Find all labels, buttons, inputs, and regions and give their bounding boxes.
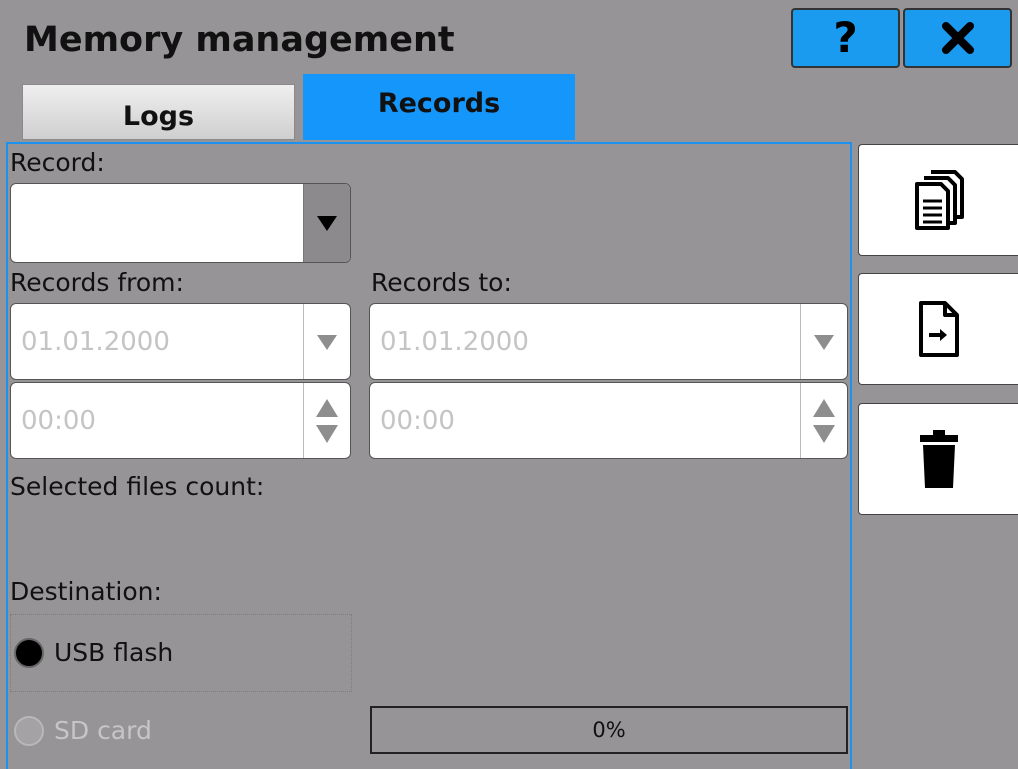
from-time-spinbox[interactable]: 00:00	[10, 382, 351, 459]
radio-indicator-selected[interactable]	[14, 638, 44, 668]
chevron-down-icon	[814, 334, 834, 350]
radio-usb-flash[interactable]: USB flash	[14, 638, 173, 668]
tab-logs[interactable]: Logs	[22, 84, 295, 140]
destination-label: Destination:	[10, 577, 162, 606]
arrow-up-icon[interactable]	[315, 398, 339, 418]
records-to-label: Records to:	[371, 268, 512, 297]
tab-records-label: Records	[377, 87, 501, 119]
help-button[interactable]: ?	[791, 8, 900, 68]
to-date-select[interactable]: 01.01.2000	[369, 303, 848, 380]
copy-icon	[914, 170, 964, 230]
arrow-up-icon[interactable]	[812, 398, 836, 418]
from-time-value: 00:00	[21, 405, 96, 436]
radio-indicator-disabled[interactable]	[14, 716, 44, 746]
copy-button[interactable]	[858, 144, 1018, 256]
selected-files-count-label: Selected files count:	[10, 472, 265, 501]
records-from-label: Records from:	[10, 268, 184, 297]
delete-button[interactable]	[858, 403, 1018, 515]
record-select[interactable]	[10, 183, 351, 263]
from-time-spin-buttons[interactable]	[303, 383, 350, 458]
to-time-spinbox[interactable]: 00:00	[369, 382, 848, 459]
window-title: Memory management	[24, 20, 455, 60]
export-file-icon	[918, 301, 959, 357]
trash-icon	[919, 430, 958, 488]
help-label: ?	[833, 13, 858, 62]
record-label: Record:	[10, 148, 105, 177]
from-date-select[interactable]: 01.01.2000	[10, 303, 351, 380]
from-date-dropdown-button[interactable]	[303, 304, 350, 379]
close-icon	[941, 22, 974, 54]
to-time-spin-buttons[interactable]	[800, 383, 847, 458]
record-dropdown-button[interactable]	[303, 184, 350, 262]
progress-bar: 0%	[370, 706, 848, 754]
arrow-down-icon[interactable]	[812, 424, 836, 444]
progress-label: 0%	[592, 718, 626, 742]
radio-sd-card[interactable]: SD card	[14, 716, 152, 746]
arrow-down-icon[interactable]	[315, 424, 339, 444]
to-date-dropdown-button[interactable]	[800, 304, 847, 379]
to-time-value: 00:00	[380, 405, 455, 436]
close-button[interactable]	[903, 8, 1012, 68]
tab-logs-label: Logs	[122, 100, 195, 132]
from-date-value: 01.01.2000	[21, 326, 170, 357]
export-button[interactable]	[858, 273, 1018, 385]
to-date-value: 01.01.2000	[380, 326, 529, 357]
chevron-down-icon	[317, 334, 337, 350]
radio-usb-flash-label: USB flash	[54, 638, 174, 667]
radio-sd-card-label: SD card	[54, 716, 152, 745]
chevron-down-icon	[317, 216, 337, 231]
tab-records[interactable]: Records	[303, 74, 575, 140]
